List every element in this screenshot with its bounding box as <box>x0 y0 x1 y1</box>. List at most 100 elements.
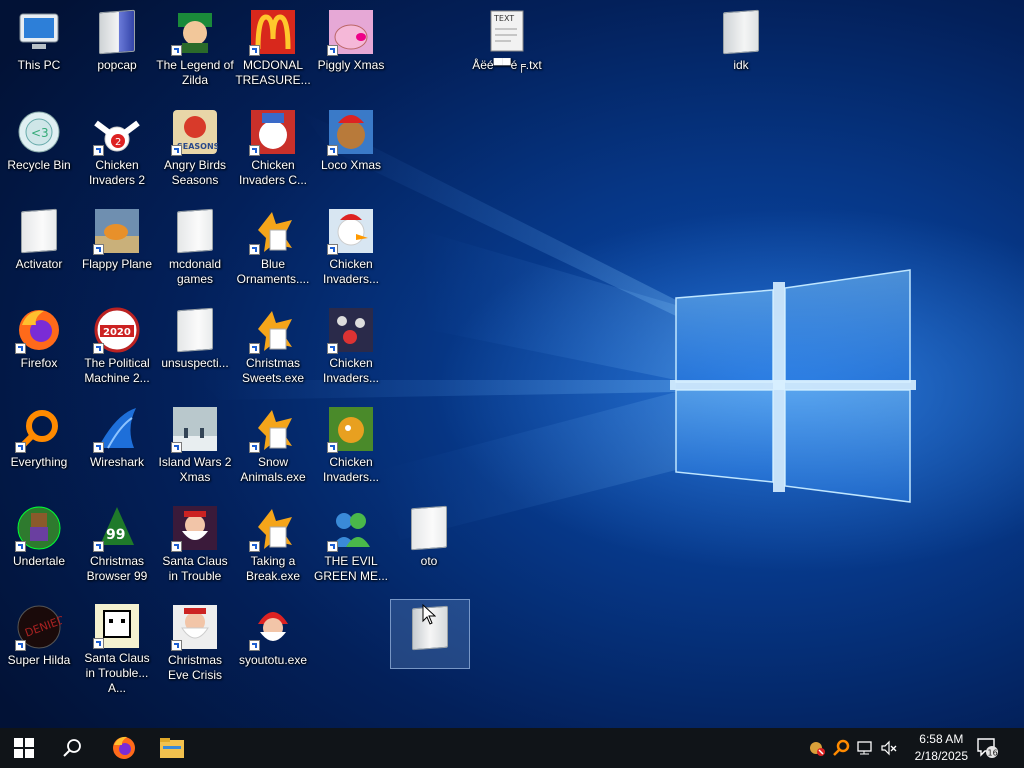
icon-label: Activator <box>15 257 63 271</box>
shortcut-arrow-icon <box>171 442 182 453</box>
icon-label: Super Hilda <box>7 653 71 667</box>
shortcut-arrow-icon <box>327 244 338 255</box>
shortcut-arrow-icon <box>327 541 338 552</box>
taskbar-file-explorer-button[interactable] <box>148 728 196 768</box>
icon-label: Everything <box>10 455 68 469</box>
icon-label: syoutotu.exe <box>238 653 308 667</box>
shortcut-arrow-icon <box>93 638 104 650</box>
desktop-icon-taking-a-break[interactable]: Taking a Break.exe <box>234 500 312 596</box>
icon-label: Santa Claus in Trouble... A... <box>84 651 150 695</box>
shortcut-arrow-icon <box>171 640 182 651</box>
text-file-icon: TEXT <box>490 10 524 52</box>
desktop-icon-mcdonal-treasure[interactable]: MCDONAL TREASURE... <box>234 4 312 100</box>
desktop-icon-chicken-invaders-5[interactable]: Chicken Invaders... <box>312 401 390 497</box>
svg-text:TEXT: TEXT <box>493 14 514 23</box>
desktop-icon-activator[interactable]: Activator <box>0 203 78 299</box>
desktop-icon-snow-animals[interactable]: Snow Animals.exe <box>234 401 312 497</box>
computer-icon <box>19 13 59 49</box>
notification-center-button[interactable]: 16 <box>972 728 1002 768</box>
icon-label: THE EVIL GREEN ME... <box>313 554 388 583</box>
desktop-icon-oto[interactable]: oto <box>390 500 468 596</box>
desktop-icon-angry-birds-seasons[interactable]: SEASONS Angry Birds Seasons <box>156 104 234 200</box>
clock[interactable]: 6:58 AM 2/18/2025 <box>915 731 968 765</box>
clock-time: 6:58 AM <box>919 732 964 746</box>
icon-label: oto <box>420 554 438 568</box>
desktop-icon-piggly-xmas[interactable]: Piggly Xmas <box>312 4 390 100</box>
desktop-icon-christmas-eve-crisis[interactable]: syoutotu.exe <box>234 599 312 695</box>
network-icon <box>857 741 872 755</box>
svg-text:2020: 2020 <box>103 327 131 338</box>
folder-icon <box>411 505 447 551</box>
desktop-icon-popcap[interactable]: popcap <box>78 4 156 100</box>
desktop-icon-mcdonald-games[interactable]: mcdonald games <box>156 203 234 299</box>
icon-label: Christmas Sweets.exe <box>241 356 305 385</box>
shortcut-arrow-icon <box>327 442 338 453</box>
desktop-icon-christmas-sweets[interactable]: Christmas Sweets.exe <box>234 302 312 398</box>
icon-label: This PC <box>17 58 61 72</box>
everything-search-icon <box>833 739 850 756</box>
icon-label: MCDONAL TREASURE... <box>235 58 311 87</box>
desktop-icon-papers-please[interactable]: DENIED Super Hilda <box>0 599 78 695</box>
desktop-icon-undertale[interactable]: Undertale <box>0 500 78 596</box>
desktop-icon-legend-of-zilda[interactable]: The Legend of Zilda <box>156 4 234 100</box>
shortcut-arrow-icon <box>249 442 260 453</box>
desktop-icon-chicken-invaders-c[interactable]: Chicken Invaders C... <box>234 104 312 200</box>
icon-label: Chicken Invaders C... <box>238 158 308 187</box>
desktop-icon-flappy-plane[interactable]: Flappy Plane <box>78 203 156 299</box>
tray-antivirus[interactable] <box>806 728 828 768</box>
desktop-icon-political-machine[interactable]: 2020 The Political Machine 2... <box>78 302 156 398</box>
svg-text:16: 16 <box>988 749 998 758</box>
desktop-icon-evil-green-me[interactable]: THE EVIL GREEN ME... <box>312 500 390 596</box>
taskbar-firefox-button[interactable] <box>100 728 148 768</box>
desktop-icon-island-wars[interactable]: Island Wars 2 Xmas <box>156 401 234 497</box>
shortcut-arrow-icon <box>249 541 260 552</box>
desktop-icon-loco-xmas[interactable]: Loco Xmas <box>312 104 390 200</box>
desktop-icon-recycle-bin[interactable]: <3 Recycle Bin <box>0 104 78 200</box>
shortcut-arrow-icon <box>15 442 26 453</box>
svg-text:2: 2 <box>115 137 121 148</box>
desktop-icon-this-pc[interactable]: This PC <box>0 4 78 100</box>
shortcut-arrow-icon <box>93 541 104 552</box>
file-explorer-icon <box>160 738 184 758</box>
desktop-icon-unsuspecti[interactable]: unsuspecti... <box>156 302 234 398</box>
folder-icon <box>177 307 213 353</box>
start-button[interactable] <box>0 728 48 768</box>
desktop-icon-christmas-browser-99[interactable]: 99 Christmas Browser 99 <box>78 500 156 596</box>
icon-label: The Political Machine 2... <box>84 356 150 385</box>
desktop-icon-super-hilda[interactable]: Santa Claus in Trouble... A... <box>78 599 156 695</box>
desktop-icon-text-file[interactable]: TEXT Åëé▀▀é╒.txt <box>468 4 546 100</box>
icon-label: Wireshark <box>89 455 144 469</box>
desktop-icon-firefox[interactable]: Firefox <box>0 302 78 398</box>
search-button[interactable] <box>48 728 96 768</box>
mouse-cursor-icon <box>422 604 436 625</box>
search-icon <box>63 739 81 757</box>
shortcut-arrow-icon <box>249 640 260 651</box>
desktop-icon-chicken-invaders-4[interactable]: Chicken Invaders... <box>312 302 390 398</box>
folder-icon <box>723 9 759 55</box>
tray-everything-search[interactable] <box>830 728 852 768</box>
notification-icon: 16 <box>977 738 998 758</box>
shortcut-arrow-icon <box>249 244 260 255</box>
shortcut-arrow-icon <box>327 145 338 156</box>
desktop-icon-blue-ornaments[interactable]: Blue Ornaments.... <box>234 203 312 299</box>
shortcut-arrow-icon <box>249 343 260 354</box>
desktop-icon-santa-claus-in-trouble-a[interactable]: Christmas Eve Crisis <box>156 599 234 695</box>
desktop-icon-everything[interactable]: Everything <box>0 401 78 497</box>
desktop-icon-santa-claus-in-trouble[interactable]: Santa Claus in Trouble <box>156 500 234 596</box>
icon-label: Blue Ornaments.... <box>236 257 310 286</box>
clock-date: 2/18/2025 <box>914 749 968 763</box>
tray-volume[interactable] <box>878 728 900 768</box>
desktop-icon-wireshark[interactable]: Wireshark <box>78 401 156 497</box>
volume-muted-icon <box>881 740 897 756</box>
icon-label: Chicken Invaders... <box>322 257 380 286</box>
desktop-icon-chicken-invaders-2[interactable]: 2 Chicken Invaders 2 <box>78 104 156 200</box>
taskbar: 6:58 AM 2/18/2025 16 <box>0 728 1024 768</box>
icon-label: mcdonald games <box>168 257 222 286</box>
shortcut-arrow-icon <box>93 442 104 453</box>
desktop-icon-chicken-invaders-3[interactable]: Chicken Invaders... <box>312 203 390 299</box>
desktop-icon-idk[interactable]: idk <box>702 4 780 100</box>
shortcut-arrow-icon <box>171 45 182 56</box>
tray-network[interactable] <box>854 728 876 768</box>
desktop[interactable]: This PC <3 Recycle Bin Activator Firefox… <box>0 0 1024 728</box>
folder-icon <box>99 9 135 55</box>
